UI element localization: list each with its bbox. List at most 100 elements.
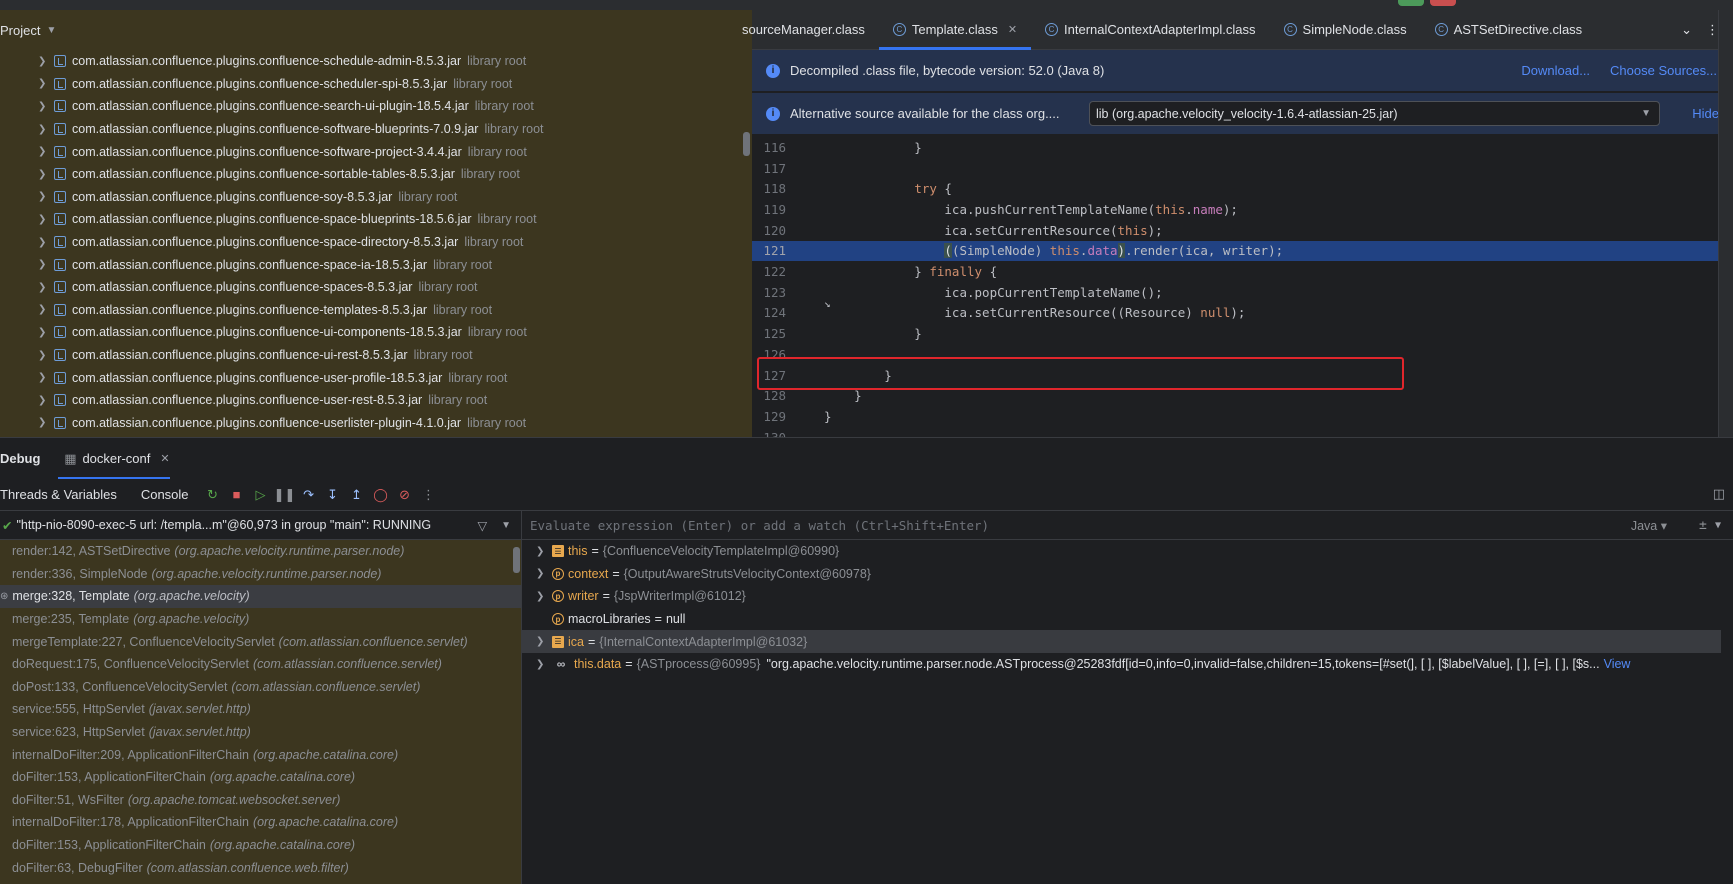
- chevron-right-icon[interactable]: ❯: [536, 591, 550, 602]
- chevron-right-icon[interactable]: ❯: [38, 124, 52, 135]
- window-control-red[interactable]: [1430, 0, 1456, 6]
- view-breakpoints-icon[interactable]: ◯: [369, 487, 393, 503]
- project-tree-item[interactable]: ❯ com.atlassian.confluence.plugins.conflu…: [0, 118, 740, 141]
- stack-frame[interactable]: merge:235, Template (org.apache.velocity): [0, 608, 521, 631]
- tab-list-chevron-icon[interactable]: ⌄: [1681, 22, 1692, 38]
- stack-frame[interactable]: doFilter:153, ApplicationFilterChain (org…: [0, 766, 521, 789]
- filter-icon[interactable]: ▽: [477, 518, 487, 533]
- stack-frame[interactable]: doRequest:175, ConfluenceVelocityServlet…: [0, 653, 521, 676]
- line-number[interactable]: 116: [752, 140, 786, 155]
- chevron-down-icon[interactable]: ▼: [501, 520, 511, 531]
- line-number[interactable]: 129: [752, 409, 786, 424]
- chevron-right-icon[interactable]: ❯: [38, 327, 52, 338]
- step-over-icon[interactable]: ↷: [297, 487, 321, 503]
- line-number[interactable]: 123: [752, 285, 786, 300]
- chevron-right-icon[interactable]: ❯: [38, 146, 52, 157]
- project-tree-item[interactable]: ❯ com.atlassian.confluence.plugins.conflu…: [0, 412, 740, 435]
- tab-console[interactable]: Console: [141, 487, 189, 502]
- line-number[interactable]: 122: [752, 264, 786, 279]
- alternative-source-select[interactable]: lib (org.apache.velocity_velocity-1.6.4-…: [1089, 101, 1660, 126]
- stack-frame[interactable]: service:623, HttpServlet (javax.servlet.h…: [0, 721, 521, 744]
- chevron-right-icon[interactable]: ❯: [38, 372, 52, 383]
- hide-link[interactable]: Hide: [1692, 106, 1719, 121]
- line-number[interactable]: 120: [752, 223, 786, 238]
- step-into-icon[interactable]: ↧: [321, 487, 345, 503]
- chevron-right-icon[interactable]: ❯: [38, 350, 52, 361]
- editor-tab[interactable]: C SimpleNode.class: [1270, 10, 1421, 50]
- code-line[interactable]: 125 }: [752, 323, 1733, 344]
- project-tree-item[interactable]: ❯ com.atlassian.confluence.plugins.conflu…: [0, 163, 740, 186]
- code-line[interactable]: 129}: [752, 406, 1733, 427]
- close-icon[interactable]: ✕: [1008, 23, 1017, 36]
- code-line[interactable]: 124 ica.setCurrentResource((Resource) nu…: [752, 303, 1733, 324]
- debug-session-tab[interactable]: ▦ docker-conf ✕: [58, 438, 170, 479]
- editor-tab[interactable]: C InternalContextAdapterImpl.class: [1031, 10, 1269, 50]
- project-panel-header[interactable]: Project ▼: [0, 10, 752, 50]
- chevron-right-icon[interactable]: ❯: [38, 101, 52, 112]
- resume-icon[interactable]: ▷: [249, 487, 273, 503]
- download-link[interactable]: Download...: [1521, 63, 1590, 78]
- editor-tab[interactable]: sourceManager.class: [740, 10, 879, 50]
- chevron-right-icon[interactable]: ❯: [38, 395, 52, 406]
- project-tree-item[interactable]: ❯ com.atlassian.confluence.plugins.conflu…: [0, 186, 740, 209]
- thread-selector[interactable]: ✔ "http-nio-8090-exec-5 url: /templa...m…: [0, 511, 521, 540]
- layout-icon[interactable]: ◫: [1713, 486, 1725, 502]
- code-line[interactable]: 116 }: [752, 137, 1733, 158]
- project-tree-item[interactable]: ❯ com.atlassian.confluence.plugins.conflu…: [0, 231, 740, 254]
- chevron-right-icon[interactable]: ❯: [38, 259, 52, 270]
- editor-tab[interactable]: C ASTSetDirective.class: [1421, 10, 1597, 50]
- variable-row[interactable]: ❯ ☰ this = {ConfluenceVelocityTemplateImpl@6…: [522, 540, 1733, 563]
- stop-icon[interactable]: ■: [225, 487, 249, 502]
- variable-row[interactable]: ❯ ∞ this.data = {ASTprocess@60995} "org.apach…: [522, 653, 1733, 676]
- chevron-right-icon[interactable]: ❯: [38, 214, 52, 225]
- stack-frame[interactable]: internalDoFilter:209, ApplicationFilterC…: [0, 743, 521, 766]
- code-editor[interactable]: 116 } 117 118 try {119 ica.pushCurrentTemp…: [752, 137, 1733, 437]
- chevron-right-icon[interactable]: ❯: [38, 191, 52, 202]
- line-number[interactable]: 117: [752, 161, 786, 176]
- project-tree-item[interactable]: ❯ com.atlassian.confluence.plugins.conflu…: [0, 253, 740, 276]
- editor-tab[interactable]: C Template.class ✕: [878, 10, 1032, 50]
- chevron-right-icon[interactable]: ❯: [38, 282, 52, 293]
- stack-frame[interactable]: mergeTemplate:227, ConfluenceVelocitySer…: [0, 630, 521, 653]
- code-line[interactable]: 122 } finally {: [752, 261, 1733, 282]
- chevron-right-icon[interactable]: ❯: [536, 546, 550, 557]
- stack-frame[interactable]: render:336, SimpleNode (org.apache.veloci…: [0, 563, 521, 586]
- chevron-down-icon[interactable]: ▼: [1715, 520, 1721, 531]
- chevron-right-icon[interactable]: ❯: [38, 56, 52, 67]
- chevron-right-icon[interactable]: ❯: [38, 417, 52, 428]
- line-number[interactable]: 121: [752, 243, 786, 258]
- project-tree-item[interactable]: ❯ com.atlassian.confluence.plugins.conflu…: [0, 73, 740, 96]
- variable-row[interactable]: ❯ p writer = {JspWriterImpl@61012}: [522, 585, 1733, 608]
- chevron-right-icon[interactable]: ❯: [536, 659, 550, 670]
- line-number[interactable]: 124: [752, 305, 786, 320]
- project-tree-item[interactable]: ❯ com.atlassian.confluence.plugins.conflu…: [0, 208, 740, 231]
- tab-threads-variables[interactable]: Threads & Variables: [0, 487, 117, 502]
- choose-sources-link[interactable]: Choose Sources...: [1610, 63, 1717, 78]
- rerun-icon[interactable]: ↻: [201, 487, 225, 503]
- stack-frame[interactable]: doFilter:63, DebugFilter (com.atlassian.c…: [0, 856, 521, 879]
- variable-row[interactable]: p macroLibraries = null: [522, 608, 1733, 631]
- code-line-current[interactable]: 121 ((SimpleNode) this.data).render(ica,…: [752, 240, 1733, 262]
- project-tree-item[interactable]: ❯ com.atlassian.confluence.plugins.conflu…: [0, 389, 740, 412]
- line-number[interactable]: 128: [752, 388, 786, 403]
- code-line[interactable]: 118 try {: [752, 178, 1733, 199]
- chevron-right-icon[interactable]: ❯: [38, 237, 52, 248]
- code-line[interactable]: 117: [752, 158, 1733, 179]
- stack-frame[interactable]: service:555, HttpServlet (javax.servlet.h…: [0, 698, 521, 721]
- chevron-right-icon[interactable]: ❯: [536, 636, 550, 647]
- pause-icon[interactable]: ❚❚: [273, 487, 297, 503]
- chevron-right-icon[interactable]: ❯: [38, 304, 52, 315]
- code-line[interactable]: 120 ica.setCurrentResource(this);: [752, 220, 1733, 241]
- stack-frame[interactable]: render:142, ASTSetDirective (org.apache.v…: [0, 540, 521, 563]
- language-selector[interactable]: Java ▾: [1631, 518, 1667, 533]
- line-number[interactable]: 125: [752, 326, 786, 341]
- code-line[interactable]: 123 ica.popCurrentTemplateName();: [752, 282, 1733, 303]
- stack-frame[interactable]: internalDoFilter:178, ApplicationFilterC…: [0, 811, 521, 834]
- step-out-icon[interactable]: ↥: [345, 487, 369, 503]
- project-tree-item[interactable]: ❯ com.atlassian.confluence.plugins.conflu…: [0, 344, 740, 367]
- chevron-right-icon[interactable]: ❯: [536, 568, 550, 579]
- stack-frame[interactable]: doFilter:51, WsFilter (org.apache.tomcat.…: [0, 789, 521, 812]
- project-tree-item[interactable]: ❯ com.atlassian.confluence.plugins.conflu…: [0, 321, 740, 344]
- stack-frame[interactable]: doPost:133, ConfluenceVelocityServlet (co…: [0, 676, 521, 699]
- chevron-right-icon[interactable]: ❯: [38, 169, 52, 180]
